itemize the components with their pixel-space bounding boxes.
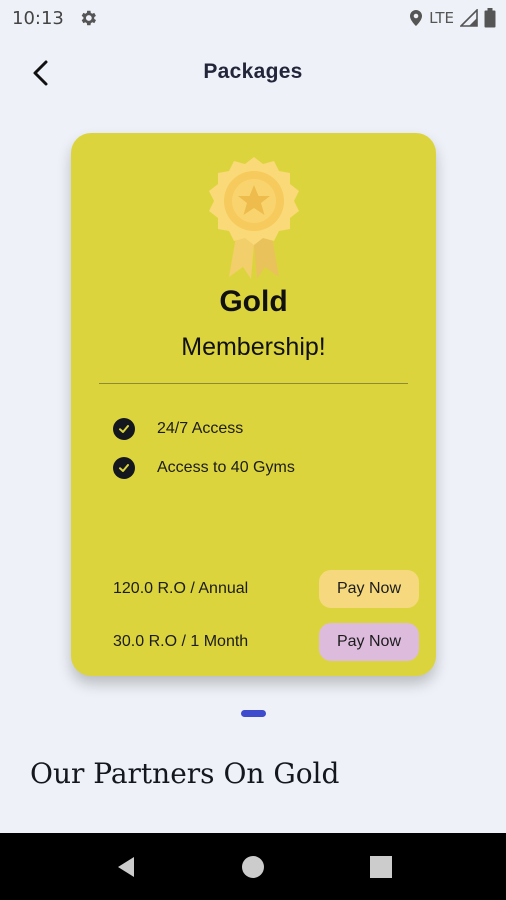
status-time: 10:13	[12, 8, 64, 29]
plan-row-monthly: 30.0 R.O / 1 Month Pay Now	[113, 622, 419, 662]
gold-badge-icon	[209, 157, 299, 279]
divider	[99, 383, 408, 384]
feature-item: Access to 40 Gyms	[113, 456, 295, 480]
status-bar: 10:13 LTE	[0, 0, 506, 36]
partners-heading: Our Partners On Gold	[30, 757, 340, 790]
pay-now-button-annual[interactable]: Pay Now	[319, 570, 419, 608]
feature-item: 24/7 Access	[113, 417, 243, 441]
gear-icon	[81, 10, 96, 26]
package-card: Gold Membership! 24/7 Access Access to 4…	[71, 133, 436, 676]
location-icon	[410, 10, 423, 26]
nav-recents-icon[interactable]	[369, 855, 393, 879]
feature-label: 24/7 Access	[157, 420, 244, 437]
battery-icon	[484, 8, 496, 28]
tier-name: Gold	[219, 285, 288, 318]
system-nav-bar	[0, 833, 506, 900]
check-icon	[113, 418, 135, 440]
feature-label: Access to 40 Gyms	[157, 459, 295, 476]
status-icons: LTE	[409, 7, 496, 29]
plan-row-annual: 120.0 R.O / Annual Pay Now	[113, 569, 419, 609]
plan-price-label: 120.0 R.O / Annual	[113, 580, 249, 597]
nav-home-icon[interactable]	[241, 855, 265, 879]
network-type: LTE	[429, 9, 454, 27]
nav-back-icon[interactable]	[114, 855, 138, 879]
tier-subtitle: Membership!	[181, 333, 326, 361]
app-bar: Packages	[0, 44, 506, 104]
pay-now-button-monthly[interactable]: Pay Now	[319, 623, 419, 661]
plan-price-label: 30.0 R.O / 1 Month	[113, 633, 249, 650]
signal-icon	[460, 9, 478, 27]
check-icon	[113, 457, 135, 479]
page-indicator[interactable]	[241, 710, 266, 717]
page-title: Packages	[203, 60, 303, 83]
